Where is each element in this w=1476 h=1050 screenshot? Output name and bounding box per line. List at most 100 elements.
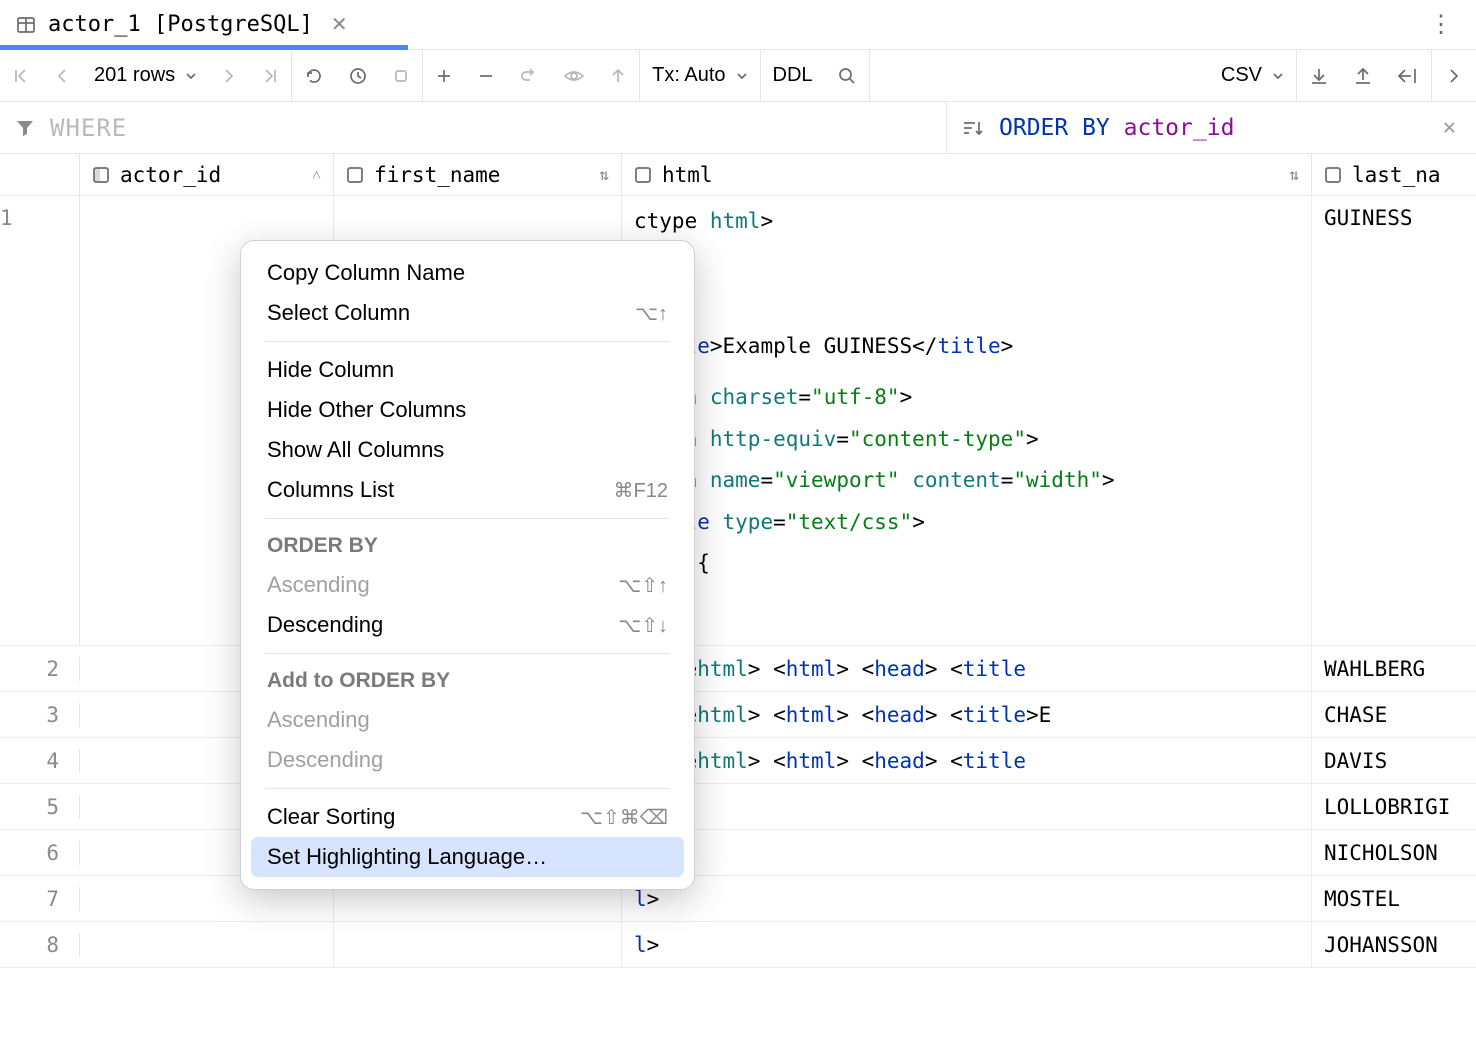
cell-last-name[interactable]: LOLLOBRIGI bbox=[1312, 784, 1476, 829]
row-number: 4 bbox=[0, 749, 80, 773]
menu-set-highlighting-language[interactable]: Set Highlighting Language… bbox=[251, 837, 684, 877]
next-page-button[interactable] bbox=[209, 50, 249, 101]
export-button[interactable] bbox=[1297, 50, 1341, 101]
preview-button[interactable] bbox=[551, 50, 597, 101]
separator bbox=[265, 788, 670, 789]
where-input[interactable]: WHERE bbox=[50, 114, 127, 142]
table-row[interactable]: 4 ctype html> <html> <head> <titleDAVIS bbox=[0, 738, 1476, 784]
revert-button[interactable] bbox=[507, 50, 551, 101]
table-row[interactable]: 5 l>LOLLOBRIGI bbox=[0, 784, 1476, 830]
cell-html[interactable]: ctype html>l>d><title>Example GUINESS</t… bbox=[622, 196, 1312, 646]
cell-last-name[interactable]: WAHLBERG bbox=[1312, 646, 1476, 691]
row-number: 5 bbox=[0, 795, 80, 819]
table-row[interactable]: 6 l>NICHOLSON bbox=[0, 830, 1476, 876]
menu-add-ascending[interactable]: Ascending bbox=[251, 700, 684, 740]
cell-last-name[interactable]: JOHANSSON bbox=[1312, 922, 1476, 967]
cell-first-name[interactable] bbox=[334, 922, 622, 967]
cell-last-name[interactable]: CHASE bbox=[1312, 692, 1476, 737]
row-count-dropdown[interactable]: 201 rows bbox=[82, 50, 209, 101]
order-by-clause[interactable]: ORDER BY actor_id bbox=[999, 115, 1234, 141]
cell-html[interactable]: ctype html> <html> <head> <title bbox=[622, 646, 1312, 691]
table-row[interactable]: 2 ctype html> <html> <head> <titleWAHLBER… bbox=[0, 646, 1476, 692]
copy-data-button[interactable] bbox=[1385, 50, 1431, 101]
stop-button[interactable] bbox=[380, 50, 422, 101]
column-header-first-name[interactable]: first_name ⇅ bbox=[334, 154, 622, 195]
menu-ascending[interactable]: Ascending⌥⇧↑ bbox=[251, 565, 684, 605]
cell-last-name[interactable]: DAVIS bbox=[1312, 738, 1476, 783]
filter-icon[interactable] bbox=[14, 117, 36, 139]
cell-last-name[interactable]: NICHOLSON bbox=[1312, 830, 1476, 875]
filter-bar: WHERE ORDER BY actor_id ✕ bbox=[0, 102, 1476, 154]
row-number: 2 bbox=[0, 657, 80, 681]
editor-tab[interactable]: actor_1 [PostgreSQL] ✕ bbox=[0, 0, 370, 49]
row-number: 6 bbox=[0, 841, 80, 865]
clear-sort-icon[interactable]: ✕ bbox=[1437, 115, 1462, 140]
column-header-html[interactable]: html ⇅ bbox=[622, 154, 1312, 195]
column-icon bbox=[634, 166, 652, 184]
menu-hide-other-columns[interactable]: Hide Other Columns bbox=[251, 390, 684, 430]
sort-icon[interactable] bbox=[961, 118, 983, 138]
menu-hide-column[interactable]: Hide Column bbox=[251, 350, 684, 390]
menu-show-all-columns[interactable]: Show All Columns bbox=[251, 430, 684, 470]
separator bbox=[265, 518, 670, 519]
cell-html[interactable]: l> bbox=[622, 876, 1312, 921]
search-button[interactable] bbox=[825, 50, 869, 101]
cell-html[interactable]: ctype html> <html> <head> <title>E bbox=[622, 692, 1312, 737]
menu-columns-list[interactable]: Columns List⌘F12 bbox=[251, 470, 684, 510]
cell-html[interactable]: l> bbox=[622, 922, 1312, 967]
column-headers: actor_id ˄ first_name ⇅ html ⇅ last_na bbox=[0, 154, 1476, 196]
toolbar: 201 rows Tx: Auto DDL CSV bbox=[0, 50, 1476, 102]
key-icon bbox=[92, 166, 110, 184]
add-row-button[interactable] bbox=[423, 50, 465, 101]
tx-dropdown[interactable]: Tx: Auto bbox=[640, 50, 759, 101]
table-row[interactable]: 8 l>JOHANSSON bbox=[0, 922, 1476, 968]
table-row[interactable]: 1 ctype html>l>d><title>Example GUINESS</… bbox=[0, 196, 1476, 646]
expand-button[interactable] bbox=[1432, 50, 1476, 101]
table-row[interactable]: 7 l>MOSTEL bbox=[0, 876, 1476, 922]
sort-indicator-icon: ⇅ bbox=[1289, 165, 1299, 184]
csv-dropdown[interactable]: CSV bbox=[1209, 50, 1296, 101]
cell-html[interactable]: l> bbox=[622, 784, 1312, 829]
menu-add-descending[interactable]: Descending bbox=[251, 740, 684, 780]
separator bbox=[265, 341, 670, 342]
menu-heading-order-by: ORDER BY bbox=[251, 527, 684, 565]
column-header-last-name[interactable]: last_na bbox=[1312, 154, 1476, 195]
ddl-button[interactable]: DDL bbox=[761, 50, 825, 101]
row-number: 8 bbox=[0, 933, 80, 957]
sort-indicator-icon: ⇅ bbox=[599, 165, 609, 184]
menu-select-column[interactable]: Select Column⌥↑ bbox=[251, 293, 684, 333]
more-icon[interactable]: ⋮ bbox=[1407, 10, 1476, 39]
table-icon bbox=[16, 15, 36, 35]
column-header-actor-id[interactable]: actor_id ˄ bbox=[80, 154, 334, 195]
last-page-button[interactable] bbox=[249, 50, 291, 101]
menu-heading-add-to-order-by: Add to ORDER BY bbox=[251, 662, 684, 700]
menu-clear-sorting[interactable]: Clear Sorting⌥⇧⌘⌫ bbox=[251, 797, 684, 837]
table-row[interactable]: 3ctype html> <html> <head> <title>ECHASE bbox=[0, 692, 1476, 738]
chevron-up-icon: ˄ bbox=[312, 165, 321, 185]
menu-copy-column-name[interactable]: Copy Column Name bbox=[251, 253, 684, 293]
data-grid: 1 ctype html>l>d><title>Example GUINESS</… bbox=[0, 196, 1476, 968]
reload-button[interactable] bbox=[292, 50, 336, 101]
separator bbox=[265, 653, 670, 654]
column-icon bbox=[1324, 166, 1342, 184]
cell-html[interactable]: ctype html> <html> <head> <title bbox=[622, 738, 1312, 783]
tab-underline bbox=[0, 45, 408, 50]
first-page-button[interactable] bbox=[0, 50, 42, 101]
tab-bar: actor_1 [PostgreSQL] ✕ ⋮ bbox=[0, 0, 1476, 50]
remove-row-button[interactable] bbox=[465, 50, 507, 101]
close-icon[interactable]: ✕ bbox=[325, 12, 354, 37]
import-button[interactable] bbox=[1341, 50, 1385, 101]
menu-descending[interactable]: Descending⌥⇧↓ bbox=[251, 605, 684, 645]
submit-button[interactable] bbox=[597, 50, 639, 101]
cell-html[interactable]: l> bbox=[622, 830, 1312, 875]
prev-page-button[interactable] bbox=[42, 50, 82, 101]
gutter-header bbox=[0, 154, 80, 195]
cell-last-name[interactable]: GUINESS bbox=[1312, 196, 1476, 645]
cell-last-name[interactable]: MOSTEL bbox=[1312, 876, 1476, 921]
row-number: 1 bbox=[0, 196, 80, 645]
tab-title: actor_1 [PostgreSQL] bbox=[48, 12, 313, 37]
history-button[interactable] bbox=[336, 50, 380, 101]
column-context-menu: Copy Column Name Select Column⌥↑ Hide Co… bbox=[240, 240, 695, 890]
row-number: 7 bbox=[0, 887, 80, 911]
cell-actor-id[interactable] bbox=[80, 922, 334, 967]
